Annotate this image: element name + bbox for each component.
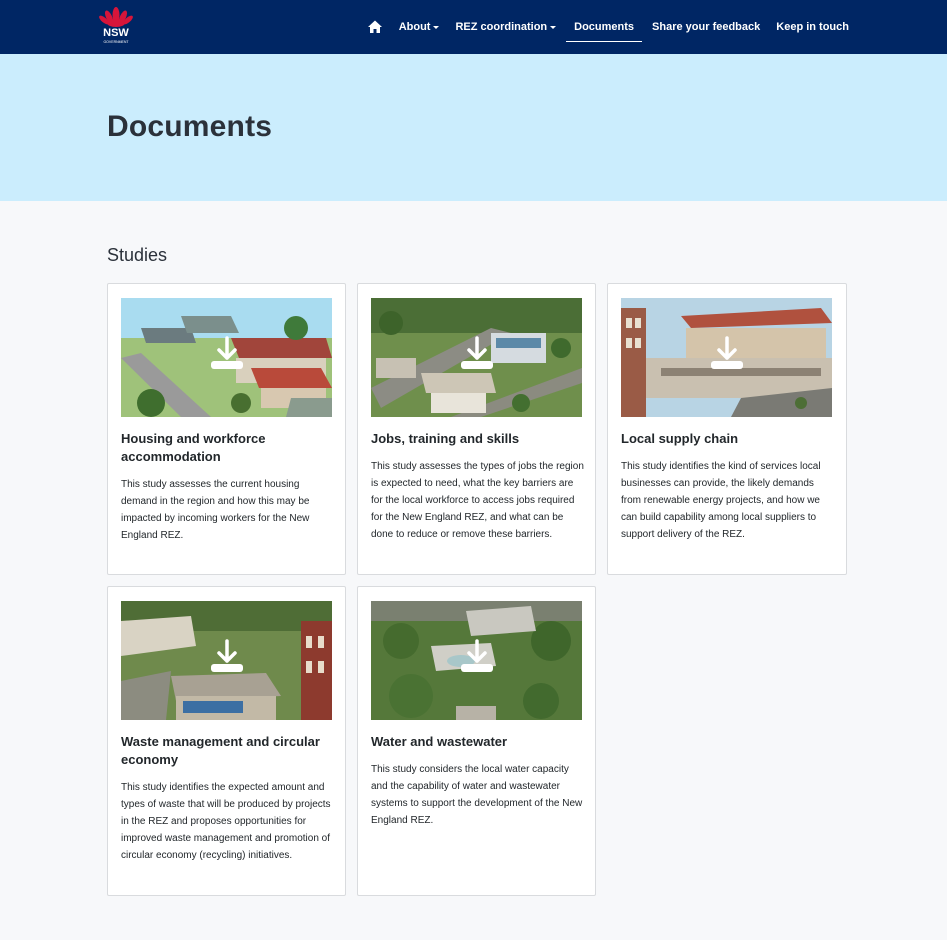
logo-text: NSW [103,27,129,39]
study-card-image[interactable] [121,601,332,720]
nav-share-feedback-label: Share your feedback [652,21,761,33]
waratah-icon [99,7,133,27]
nav-rez-coordination[interactable]: REZ coordination [447,12,564,42]
main-nav: About REZ coordination Documents Share y… [359,0,857,54]
study-card[interactable]: Jobs, training and skills This study ass… [357,283,596,575]
download-icon [210,335,243,369]
study-card[interactable]: Housing and workforce accommodation This… [107,283,346,575]
top-navbar: NSW GOVERNMENT About REZ coordination Do… [0,0,947,54]
study-card-description: This study identifies the kind of servic… [621,461,821,540]
nav-about-label: About [398,21,431,33]
download-icon [710,335,743,369]
nav-about[interactable]: About [391,12,448,42]
study-card-image[interactable] [121,298,332,417]
study-card[interactable]: Water and wastewater This study consider… [357,586,596,896]
caret-down-icon [433,26,440,29]
study-card[interactable]: Waste management and circular economy Th… [107,586,346,896]
study-card-image[interactable] [621,298,832,417]
download-icon [210,638,243,672]
nav-share-feedback[interactable]: Share your feedback [644,12,768,42]
study-card-title[interactable]: Waste management and circular economy [121,733,336,768]
page-hero: Documents [0,54,947,201]
nav-rez-coordination-label: REZ coordination [455,21,548,33]
study-card-title[interactable]: Local supply chain [621,430,836,448]
download-icon [460,335,493,369]
nav-keep-in-touch-label: Keep in touch [776,21,849,33]
study-card[interactable]: Local supply chain This study identifies… [607,283,847,575]
study-card-description: This study assesses the types of jobs th… [371,461,584,540]
logo-subtext: GOVERNMENT [103,40,129,44]
home-link[interactable] [359,12,391,42]
study-card-description: This study considers the local water cap… [371,764,583,826]
study-card-image[interactable] [371,601,582,720]
caret-down-icon [550,26,557,29]
study-card-title[interactable]: Housing and workforce accommodation [121,430,336,465]
nsw-government-logo[interactable]: NSW GOVERNMENT [97,6,135,48]
study-card-description: This study identifies the expected amoun… [121,782,331,861]
study-card-image[interactable] [371,298,582,417]
nav-keep-in-touch[interactable]: Keep in touch [768,12,857,42]
section-heading-studies: Studies [107,245,168,265]
download-icon [460,638,493,672]
home-icon [367,20,382,33]
study-card-description: This study assesses the current housing … [121,479,310,541]
page-title: Documents [107,110,273,143]
study-card-title[interactable]: Jobs, training and skills [371,430,586,448]
study-card-title[interactable]: Water and wastewater [371,733,586,751]
nav-documents[interactable]: Documents [566,12,643,42]
nav-documents-label: Documents [574,21,635,33]
